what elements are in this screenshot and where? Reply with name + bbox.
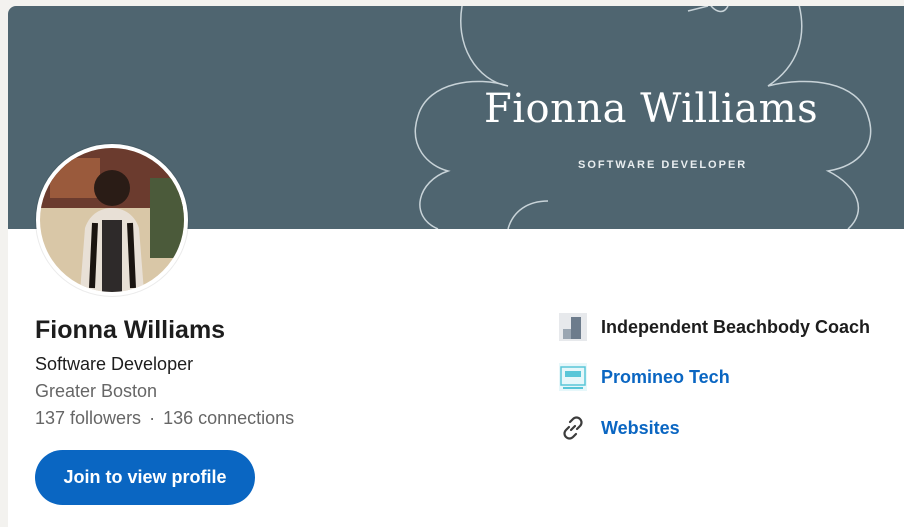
avatar: [36, 144, 188, 296]
profile-headline: Software Developer: [35, 354, 194, 374]
link-icon: [559, 414, 587, 442]
profile-photo-icon: [40, 148, 184, 292]
banner-name: Fionna Williams: [484, 86, 819, 132]
profile-counts: 137 followers · 136 connections: [35, 408, 294, 429]
followers-count: 137 followers: [35, 408, 142, 428]
connections-count: 136 connections: [163, 408, 295, 428]
separator-dot: ·: [149, 408, 156, 428]
education-item[interactable]: Promineo Tech: [559, 363, 730, 391]
websites-label: Websites: [601, 417, 680, 438]
profile-name: Fionna Williams: [35, 316, 226, 344]
banner-subtitle: SOFTWARE DEVELOPER: [578, 159, 748, 171]
websites-item[interactable]: Websites: [559, 414, 680, 442]
school-logo-icon: [559, 363, 587, 391]
education-label: Promineo Tech: [601, 366, 730, 387]
current-company-item[interactable]: Independent Beachbody Coach: [559, 313, 870, 341]
profile-card: Fionna Williams SOFTWARE DEVELOPER Fionn…: [8, 6, 904, 527]
profile-location: Greater Boston: [35, 381, 158, 401]
join-to-view-profile-button[interactable]: Join to view profile: [35, 450, 255, 505]
company-logo-icon: [559, 313, 587, 341]
current-company-label: Independent Beachbody Coach: [601, 316, 871, 337]
